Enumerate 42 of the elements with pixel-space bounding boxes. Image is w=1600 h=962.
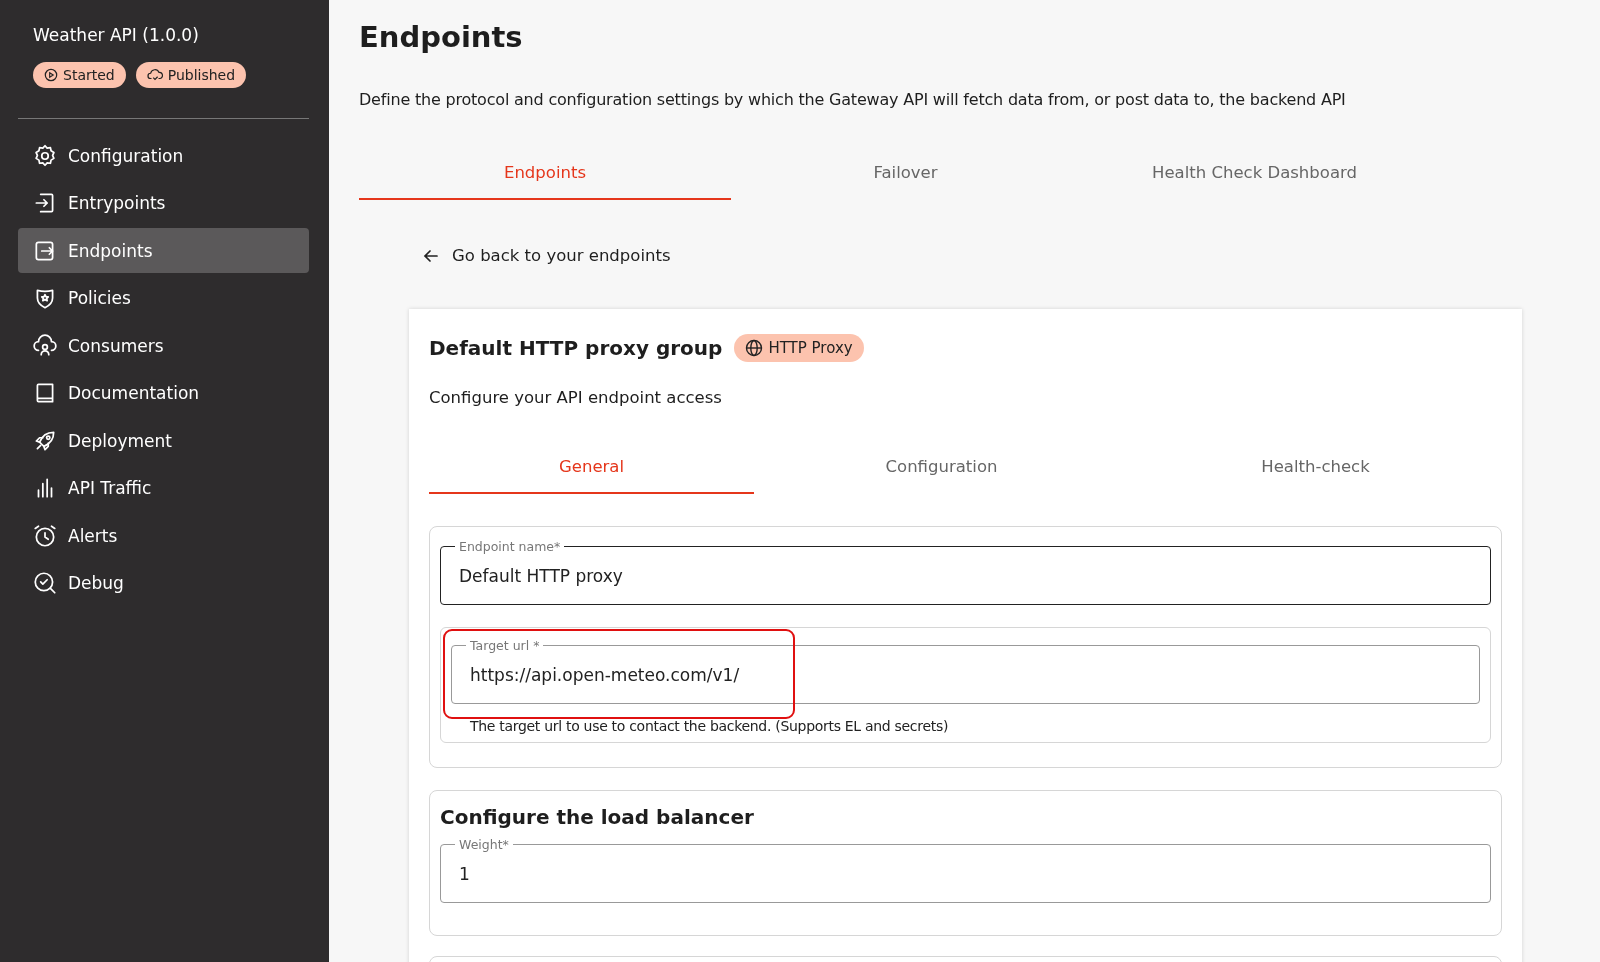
status-badge: Started <box>33 62 126 88</box>
field-value: Default HTTP proxy <box>459 565 624 586</box>
group-title: Default HTTP proxy group <box>429 336 723 360</box>
gear-icon <box>32 142 58 169</box>
sidebar-item[interactable]: Deployment <box>18 418 309 463</box>
sidebar-item[interactable]: Policies <box>18 275 309 321</box>
field-value: 1 <box>459 863 471 884</box>
tab[interactable]: Health Check Dashboard <box>1080 163 1429 200</box>
sidebar-item[interactable]: Entrypoints <box>18 180 309 226</box>
group-subtitle: Configure your API endpoint access <box>429 388 723 407</box>
target-url-field[interactable]: Target url * https://api.open-meteo.com/v1/ <box>451 638 1480 704</box>
field-label: Weight* <box>458 837 510 852</box>
sidebar-item[interactable]: Debug <box>18 560 309 606</box>
globe-icon <box>745 339 764 357</box>
play-icon <box>44 68 58 82</box>
api-title: Weather API (1.0.0) <box>33 25 200 45</box>
alarm-icon <box>32 522 58 549</box>
sidebar-item[interactable]: API Traffic <box>18 465 309 511</box>
section-title: Configure the load balancer <box>440 805 755 829</box>
tab[interactable]: Health-check <box>1129 457 1502 494</box>
tab[interactable]: Endpoints <box>359 163 731 200</box>
tab[interactable]: Configuration <box>754 457 1129 494</box>
field-label: Endpoint name* <box>458 539 562 554</box>
page-title: Endpoints <box>359 20 524 54</box>
debug-icon <box>32 570 58 596</box>
sidebar-item[interactable]: Endpoints <box>18 228 309 273</box>
sidebar-item[interactable]: Alerts <box>18 513 309 558</box>
proxy-badge: HTTP Proxy <box>734 334 864 362</box>
field-value: https://api.open-meteo.com/v1/ <box>470 664 741 685</box>
sidebar-item[interactable]: Configuration <box>18 133 309 178</box>
back-link[interactable]: Go back to your endpoints <box>422 246 1540 265</box>
sidebar-item[interactable]: Documentation <box>18 370 309 416</box>
field-label: Target url * <box>469 638 541 653</box>
tab[interactable]: Failover <box>731 163 1080 200</box>
cloud-icon <box>146 68 163 82</box>
sidebar-item[interactable]: Consumers <box>18 323 309 368</box>
field-hint: The target url to use to contact the backend. (Supports EL and secrets) <box>470 718 950 734</box>
page-description: Define the protocol and configuration settings by which the Gateway API will fetch data from, or post data to, the backend API <box>359 90 1347 109</box>
status-badge: Published <box>135 62 247 88</box>
endpoint-name-field[interactable]: Endpoint name* Default HTTP proxy <box>440 539 1491 605</box>
weight-field[interactable]: Weight* 1 <box>440 837 1491 903</box>
tab[interactable]: General <box>429 457 754 494</box>
